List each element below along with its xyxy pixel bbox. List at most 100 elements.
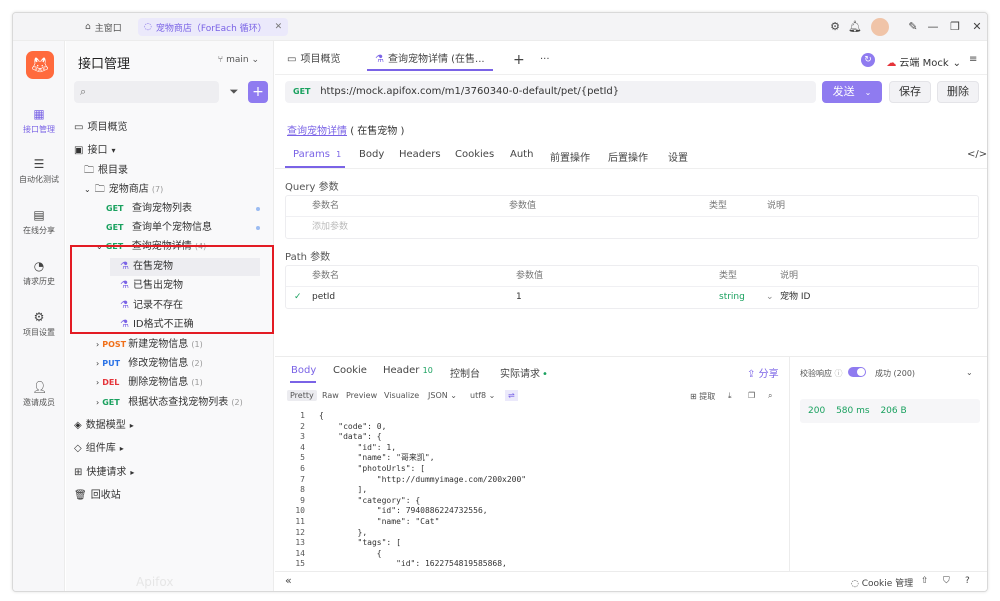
api-title: 查询宠物详情 ( 在售宠物 ) — [287, 122, 404, 137]
resp-tab-cookie[interactable]: Cookie — [333, 365, 367, 376]
method-select[interactable]: GET — [293, 81, 317, 103]
param-desc[interactable]: 宠物 ID — [780, 287, 810, 308]
close-window-icon[interactable]: ✕ — [969, 19, 985, 35]
validate-toggle[interactable] — [848, 367, 866, 377]
tab-project-overview[interactable]: ▭ 项目概览 — [287, 49, 340, 71]
maximize-icon[interactable]: ❐ — [947, 19, 963, 35]
env-selector[interactable]: ☁ 云端 Mock ⌄ — [886, 54, 961, 69]
save-button[interactable]: 保存 — [889, 81, 931, 103]
download-icon[interactable]: ⤓ — [725, 390, 735, 402]
delete-button[interactable]: 删除 — [937, 81, 979, 103]
tree-api-create-pet[interactable]: › POST 新建宠物信息 (1) — [96, 336, 203, 354]
settings-icon[interactable]: ⚙ — [827, 19, 843, 35]
response-body[interactable]: 1{2 "code": 0, 3 "data": {4 "id": 1, 5 "na… — [285, 411, 779, 571]
validate-status[interactable]: 成功 (200) — [875, 368, 915, 379]
format-pretty[interactable]: Pretty — [287, 390, 317, 401]
collapse-icon[interactable]: « — [285, 574, 292, 587]
line-number: 14 — [295, 548, 305, 558]
tree-folder-petstore[interactable]: ⌄ 🗀︎ 宠物商店 (7) — [84, 181, 163, 199]
format-preview[interactable]: Preview — [343, 390, 380, 401]
tree-recycle-bin[interactable]: 🗑︎ 回收站 — [74, 487, 121, 505]
encoding-select[interactable]: utf8 ⌄ — [467, 390, 498, 401]
tree-api-root[interactable]: ▣ 接口 ▾ — [74, 142, 115, 160]
search-input[interactable]: ⌕ — [74, 81, 219, 103]
sync-icon[interactable]: ↻ — [861, 53, 875, 67]
format-json-select[interactable]: JSON ⌄ — [425, 390, 460, 401]
tab-cookies[interactable]: Cookies — [455, 149, 494, 160]
search-icon[interactable]: ⌕ — [765, 390, 775, 402]
path-params-title: Path 参数 — [285, 252, 331, 263]
minimize-icon[interactable]: — — [925, 19, 941, 35]
new-tab-icon[interactable]: + — [513, 49, 525, 71]
add-button[interactable]: + — [248, 81, 268, 103]
send-button[interactable]: 发送 ⌄ — [822, 81, 882, 103]
tree-api-get-pet[interactable]: GET 查询单个宠物信息 — [106, 219, 212, 237]
param-type[interactable]: string — [719, 287, 745, 308]
more-icon[interactable]: ··· — [540, 49, 550, 71]
tree-api-find-by-status[interactable]: › GET 根据状态查找宠物列表 (2) — [96, 394, 243, 412]
tab-post-processors[interactable]: 后置操作 — [608, 149, 648, 164]
shirt-icon[interactable]: ⛉ — [943, 576, 950, 586]
home-tab[interactable]: ⌂ 主窗口 — [85, 18, 122, 36]
tree-quick-requests[interactable]: ⊞ 快捷请求 ▸ — [74, 464, 134, 482]
unsaved-dot — [256, 226, 260, 230]
tab-params[interactable]: Params 1 — [293, 149, 341, 160]
branch-selector[interactable]: ⑂ main ⌄ — [218, 55, 259, 65]
help-icon[interactable]: ? — [965, 576, 970, 586]
project-tab[interactable]: ◌ 宠物商店（ForEach 循环） ✕ — [138, 18, 289, 36]
tab-headers[interactable]: Headers — [399, 149, 441, 160]
extract-button[interactable]: ⊞ 提取 — [687, 390, 718, 403]
resp-tab-header[interactable]: Header 10 — [383, 365, 433, 376]
format-raw[interactable]: Raw — [319, 390, 342, 401]
tab-auth[interactable]: Auth — [510, 149, 533, 160]
code-line: 7 "http://dummyimage.com/200x200" — [285, 475, 779, 486]
method-badge: GET — [106, 204, 124, 213]
tree-root-directory[interactable]: 🗀︎ 根目录 — [84, 162, 128, 180]
rail-invite[interactable]: 👤︎ 邀请成员 — [13, 380, 65, 408]
wrap-icon[interactable]: ⇌ — [505, 390, 518, 401]
tree-api-update-pet[interactable]: › PUT 修改宠物信息 (2) — [96, 355, 203, 373]
url-input[interactable]: https://mock.apifox.com/m1/3760340-0-def… — [320, 86, 619, 97]
rail-api-management[interactable]: ▦ 接口管理 — [13, 107, 65, 135]
rail-history[interactable]: ◔ 请求历史 — [13, 259, 65, 287]
chevron-down-icon[interactable]: ⌄ — [966, 368, 973, 377]
close-tab-icon[interactable]: ✕ — [275, 22, 283, 32]
api-link[interactable]: 查询宠物详情 — [287, 126, 347, 137]
param-value[interactable]: 1 — [516, 287, 522, 308]
format-visualize[interactable]: Visualize — [381, 390, 422, 401]
menu-icon[interactable]: ≡ — [969, 49, 977, 71]
resp-tab-actual-request[interactable]: 实际请求 • — [500, 365, 548, 380]
pin-icon[interactable]: ✎ — [905, 19, 921, 35]
tree-components[interactable]: ◇ 组件库 ▸ — [74, 440, 124, 458]
tab-settings[interactable]: 设置 — [668, 149, 688, 164]
resp-tab-body[interactable]: Body — [291, 365, 316, 376]
notification-icon[interactable]: 🔔︎ — [847, 19, 863, 35]
query-params-table: 参数名 参数值 类型 说明 添加参数 — [285, 195, 979, 239]
code-icon[interactable]: </> — [967, 149, 987, 160]
upload-icon[interactable]: ⇧ — [921, 576, 929, 586]
tree-api-delete-pet[interactable]: › DEL 删除宠物信息 (1) — [96, 374, 203, 392]
avatar[interactable] — [871, 18, 889, 36]
tab-pet-detail[interactable]: ⚗ 查询宠物详情 (在售... — [367, 49, 493, 71]
tree-project-overview[interactable]: ▭ 项目概览 — [74, 119, 127, 137]
tree-data-models[interactable]: ◈ 数据模型 ▸ — [74, 417, 134, 435]
rail-label: 自动化测试 — [19, 175, 59, 184]
search-icon: ⌕ — [80, 85, 87, 98]
check-icon[interactable]: ✓ — [294, 287, 302, 308]
filter-icon[interactable]: ⏷ — [224, 81, 244, 103]
resp-tab-console[interactable]: 控制台 — [450, 365, 480, 380]
share-button[interactable]: ⇪ 分享 — [747, 365, 779, 380]
add-param-input[interactable]: 添加参数 — [312, 217, 348, 238]
tab-pre-processors[interactable]: 前置操作 — [550, 149, 590, 164]
rail-share[interactable]: ▤ 在线分享 — [13, 208, 65, 236]
param-name[interactable]: petId — [312, 287, 335, 308]
tab-body[interactable]: Body — [359, 149, 384, 160]
rail-automation[interactable]: ☰ 自动化测试 — [13, 157, 65, 185]
api-icon: ▦ — [33, 107, 45, 121]
tree-api-list-pets[interactable]: GET 查询宠物列表 — [106, 200, 192, 218]
rail-project-settings[interactable]: ⚙ 项目设置 — [13, 310, 65, 338]
copy-icon[interactable]: ❐ — [745, 390, 758, 401]
url-bar[interactable]: GET https://mock.apifox.com/m1/3760340-0… — [285, 81, 816, 103]
line-number: 5 — [300, 453, 305, 463]
cookie-manager[interactable]: ◌ Cookie 管理 — [851, 576, 913, 589]
